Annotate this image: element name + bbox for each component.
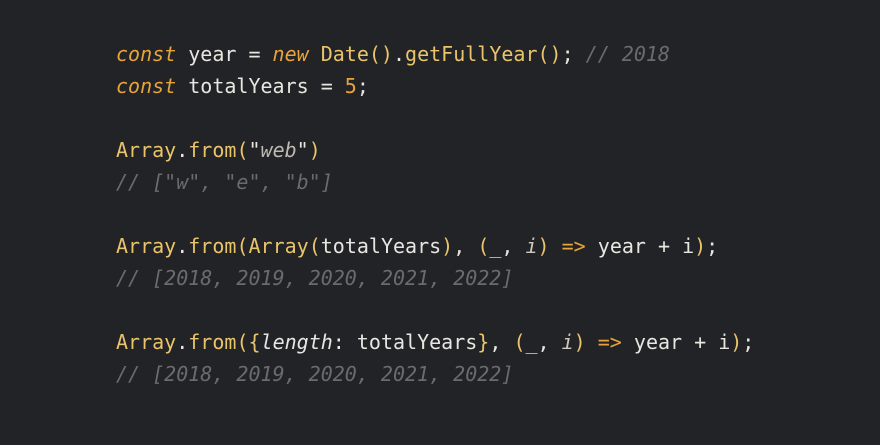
code-token: length <box>260 330 333 354</box>
code-token: . <box>176 234 189 258</box>
code-token: // [2018, 2019, 2020, 2021, 2022] <box>116 266 514 290</box>
code-token: ; <box>706 234 719 258</box>
code-token: _ <box>489 234 502 258</box>
code-token: } <box>477 330 490 354</box>
code-token: from <box>188 330 237 354</box>
code-token: ( <box>477 234 490 258</box>
code-token: ( <box>308 234 321 258</box>
code-token: () <box>368 42 393 66</box>
code-token: Array <box>116 138 177 162</box>
code-token: totalYears = <box>176 74 345 98</box>
code-token: // [2018, 2019, 2020, 2021, 2022] <box>116 362 514 386</box>
code-token: Array <box>116 234 177 258</box>
code-token: // ["w", "e", "b"] <box>116 170 333 194</box>
code-token: " <box>296 138 309 162</box>
code-line: const year = new Date().getFullYear(); /… <box>116 38 754 70</box>
code-token: ( <box>236 234 249 258</box>
code-token: : <box>332 330 357 354</box>
code-token: ) <box>441 234 454 258</box>
code-line: Array.from({length: totalYears}, (_, i) … <box>116 326 754 358</box>
code-token: " <box>248 138 261 162</box>
code-token: i <box>525 234 538 258</box>
code-token: ) <box>308 138 321 162</box>
code-token: totalYears <box>356 330 478 354</box>
code-token: const <box>116 42 177 66</box>
code-line: // [2018, 2019, 2020, 2021, 2022] <box>116 358 754 390</box>
code-token: . <box>176 138 189 162</box>
code-token: i <box>561 330 574 354</box>
code-token: ( <box>513 330 526 354</box>
code-token: ) <box>537 234 550 258</box>
code-token: from <box>188 138 237 162</box>
code-token: ; <box>742 330 755 354</box>
code-token: => <box>597 330 622 354</box>
code-token: Array <box>116 330 177 354</box>
code-token: ) <box>694 234 707 258</box>
code-line: Array.from(Array(totalYears), (_, i) => … <box>116 230 754 262</box>
code-token: . <box>392 42 406 66</box>
code-token: from <box>188 234 237 258</box>
code-token: year + i <box>585 234 695 258</box>
code-token: , <box>453 234 478 258</box>
code-line: // ["w", "e", "b"] <box>116 166 754 198</box>
code-token: totalYears <box>320 234 442 258</box>
code-token: , <box>537 330 562 354</box>
code-token: () <box>537 42 562 66</box>
code-token: ) <box>730 330 743 354</box>
code-line: Array.from("web") <box>116 134 754 166</box>
code-token: 5 <box>344 74 357 98</box>
code-token: ) <box>573 330 586 354</box>
code-token: Array <box>248 234 309 258</box>
code-token: _ <box>525 330 538 354</box>
code-line: const totalYears = 5; <box>116 70 754 102</box>
code-token: ; <box>561 42 586 66</box>
code-token: // 2018 <box>585 42 670 66</box>
code-token: ({ <box>236 330 261 354</box>
code-token: const <box>116 74 177 98</box>
code-token: => <box>561 234 586 258</box>
code-token: ; <box>356 74 369 98</box>
code-token: . <box>176 330 189 354</box>
code-line: // [2018, 2019, 2020, 2021, 2022] <box>116 262 754 294</box>
code-token: ( <box>236 138 249 162</box>
code-token: Date <box>320 42 369 66</box>
code-token: new <box>272 42 309 66</box>
code-token: , <box>501 234 526 258</box>
code-token: getFullYear <box>405 42 538 66</box>
code-token: , <box>489 330 514 354</box>
code-token: year = <box>176 42 273 66</box>
code-token: web <box>260 138 297 162</box>
code-token: year + i <box>621 330 731 354</box>
code-block: const year = new Date().getFullYear(); /… <box>116 38 754 390</box>
